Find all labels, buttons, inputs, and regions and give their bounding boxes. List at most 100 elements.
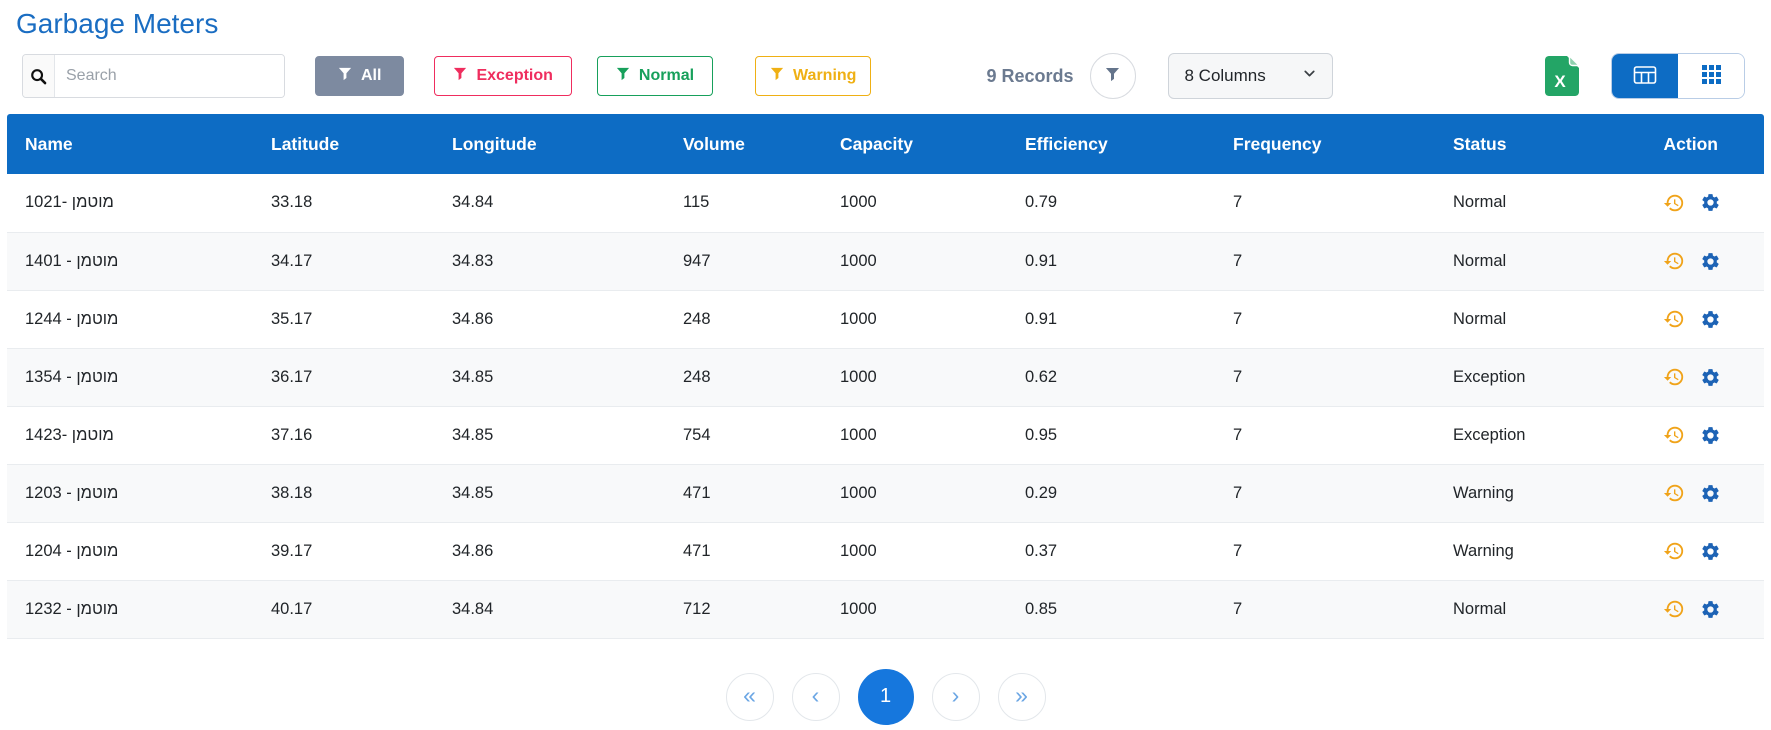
settings-button[interactable] [1700,192,1721,213]
meters-table: Name Latitude Longitude Volume Capacity … [7,114,1764,639]
table-body: 1021- מוטמן 33.18 34.84 115 1000 0.79 7 … [7,174,1764,638]
column-header-latitude[interactable]: Latitude [253,114,434,174]
column-header-volume[interactable]: Volume [665,114,822,174]
filter-normal-label: Normal [639,67,694,85]
cell-frequency: 7 [1215,464,1435,522]
filter-normal-button[interactable]: Normal [597,56,713,96]
columns-select[interactable]: 8 Columns [1168,53,1333,99]
cell-action [1635,290,1764,348]
filter-menu-button[interactable] [1090,53,1136,99]
cell-capacity: 1000 [822,464,1007,522]
table-row: 1244 - מוטמן 35.17 34.86 248 1000 0.91 7… [7,290,1764,348]
cell-latitude: 34.17 [253,232,434,290]
cell-latitude: 36.17 [253,348,434,406]
history-icon [1663,434,1685,449]
history-button[interactable] [1663,424,1685,446]
cell-capacity: 1000 [822,290,1007,348]
cell-capacity: 1000 [822,348,1007,406]
grid-view-icon [1702,65,1721,87]
cell-frequency: 7 [1215,290,1435,348]
funnel-icon [453,67,467,86]
cell-efficiency: 0.91 [1007,232,1215,290]
history-button[interactable] [1663,598,1685,620]
cell-volume: 248 [665,348,822,406]
cell-name: 1401 - מוטמן [7,232,253,290]
excel-file-icon: X [1545,56,1579,96]
history-icon [1663,608,1685,623]
settings-button[interactable] [1700,367,1721,388]
filter-warning-label: Warning [793,67,856,85]
gear-icon [1700,550,1721,565]
history-icon [1663,318,1685,333]
settings-button[interactable] [1700,425,1721,446]
filter-exception-button[interactable]: Exception [434,56,571,96]
cell-status: Normal [1435,290,1635,348]
cell-efficiency: 0.62 [1007,348,1215,406]
table-row: 1354 - מוטמן 36.17 34.85 248 1000 0.62 7… [7,348,1764,406]
gear-icon [1700,434,1721,449]
pagination-next-button[interactable]: › [932,673,980,721]
history-icon [1663,550,1685,565]
table-row: 1232 - מוטמן 40.17 34.84 712 1000 0.85 7… [7,580,1764,638]
pagination-prev-button[interactable]: ‹ [792,673,840,721]
cell-name: 1354 - מוטמן [7,348,253,406]
history-icon [1663,202,1685,217]
column-header-capacity[interactable]: Capacity [822,114,1007,174]
cell-frequency: 7 [1215,174,1435,232]
history-button[interactable] [1663,192,1685,214]
search-icon [23,55,55,97]
cell-efficiency: 0.37 [1007,522,1215,580]
gear-icon [1700,201,1721,216]
cell-longitude: 34.85 [434,464,665,522]
pagination-page-1-button[interactable]: 1 [858,669,914,725]
settings-button[interactable] [1700,251,1721,272]
cell-longitude: 34.85 [434,406,665,464]
history-icon [1663,260,1685,275]
cell-latitude: 38.18 [253,464,434,522]
history-button[interactable] [1663,308,1685,330]
cell-latitude: 40.17 [253,580,434,638]
filter-exception-label: Exception [476,67,552,85]
toolbar: All Exception Normal Warning 9 Records 8… [0,52,1771,100]
table-view-button[interactable] [1612,54,1678,98]
pagination-last-button[interactable]: » [998,673,1046,721]
funnel-icon [1105,67,1120,85]
funnel-icon [616,67,630,86]
history-button[interactable] [1663,482,1685,504]
settings-button[interactable] [1700,541,1721,562]
settings-button[interactable] [1700,483,1721,504]
search-input[interactable] [55,55,284,97]
view-toggle [1611,53,1745,99]
column-header-status[interactable]: Status [1435,114,1635,174]
cell-action [1635,522,1764,580]
filter-all-button[interactable]: All [315,56,404,96]
cell-longitude: 34.84 [434,174,665,232]
cell-frequency: 7 [1215,232,1435,290]
history-button[interactable] [1663,250,1685,272]
settings-button[interactable] [1700,599,1721,620]
export-excel-button[interactable]: X [1545,56,1579,96]
pagination-first-button[interactable]: « [726,673,774,721]
cell-volume: 471 [665,464,822,522]
column-header-name[interactable]: Name [7,114,253,174]
cell-longitude: 34.84 [434,580,665,638]
cell-action [1635,348,1764,406]
columns-select-value: 8 Columns [1185,66,1266,86]
cell-longitude: 34.86 [434,290,665,348]
table-row: 1204 - מוטמן 39.17 34.86 471 1000 0.37 7… [7,522,1764,580]
gear-icon [1700,318,1721,333]
cell-efficiency: 0.91 [1007,290,1215,348]
settings-button[interactable] [1700,309,1721,330]
filter-warning-button[interactable]: Warning [755,56,871,96]
history-icon [1663,376,1685,391]
table-row: 1401 - מוטמן 34.17 34.83 947 1000 0.91 7… [7,232,1764,290]
cell-name: 1203 - מוטמן [7,464,253,522]
column-header-efficiency[interactable]: Efficiency [1007,114,1215,174]
grid-view-button[interactable] [1678,54,1744,98]
column-header-frequency[interactable]: Frequency [1215,114,1435,174]
cell-volume: 471 [665,522,822,580]
cell-status: Warning [1435,464,1635,522]
history-button[interactable] [1663,366,1685,388]
history-button[interactable] [1663,540,1685,562]
column-header-longitude[interactable]: Longitude [434,114,665,174]
